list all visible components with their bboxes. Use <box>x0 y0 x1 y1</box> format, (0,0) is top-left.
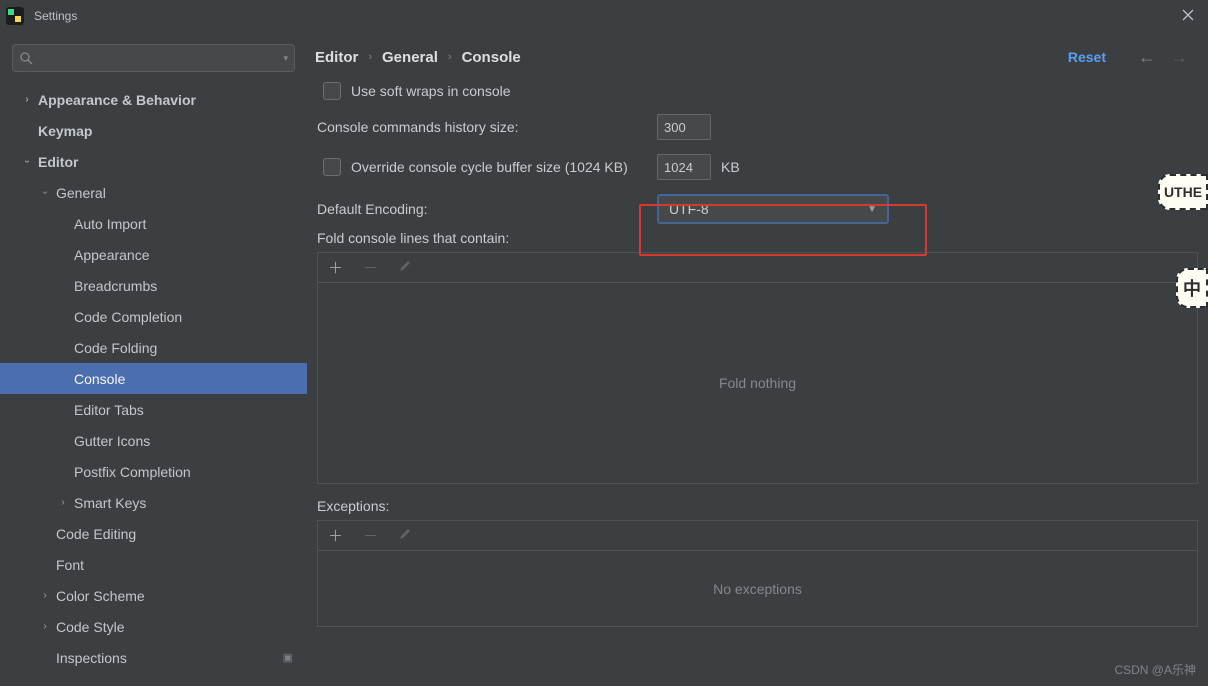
override-buffer-label: Override console cycle buffer size (1024… <box>351 159 628 175</box>
exceptions-list-empty: No exceptions <box>318 551 1197 626</box>
default-encoding-select[interactable]: UTF-8 ▼ <box>657 194 889 224</box>
tree-label: Code Completion <box>74 309 182 325</box>
tree-editor-tabs[interactable]: Editor Tabs <box>0 394 307 425</box>
reset-button[interactable]: Reset <box>1068 49 1106 65</box>
history-size-input[interactable] <box>657 114 711 140</box>
exceptions-list: ＋ － No exceptions <box>317 520 1198 627</box>
breadcrumb-editor[interactable]: Editor <box>315 49 358 66</box>
title-bar: Settings <box>0 0 1208 32</box>
tree-auto-import[interactable]: Auto Import <box>0 208 307 239</box>
soft-wraps-checkbox[interactable] <box>323 82 341 100</box>
add-button[interactable]: ＋ <box>328 525 343 546</box>
tree-label: Editor <box>38 154 78 170</box>
tree-code-style[interactable]: › Code Style <box>0 611 307 642</box>
soft-wraps-label: Use soft wraps in console <box>351 83 511 99</box>
chevron-right-icon: › <box>38 590 52 601</box>
chevron-right-icon: › <box>38 621 52 632</box>
tree-appearance[interactable]: Appearance <box>0 239 307 270</box>
tree-label: Keymap <box>38 123 92 139</box>
tree-color-scheme[interactable]: › Color Scheme <box>0 580 307 611</box>
history-size-label: Console commands history size: <box>317 119 519 135</box>
tree-code-completion[interactable]: Code Completion <box>0 301 307 332</box>
tree-gutter-icons[interactable]: Gutter Icons <box>0 425 307 456</box>
chevron-right-icon: › <box>448 51 452 63</box>
tree-console[interactable]: Console <box>0 363 307 394</box>
breadcrumb-general[interactable]: General <box>382 49 438 66</box>
tree-label: Editor Tabs <box>74 402 144 418</box>
tree-label: Code Folding <box>74 340 157 356</box>
tree-label: Console <box>74 371 125 387</box>
tree-keymap[interactable]: ›Keymap <box>0 115 307 146</box>
tree-code-editing[interactable]: Code Editing <box>0 518 307 549</box>
tree-label: Font <box>56 557 84 573</box>
override-buffer-unit: KB <box>721 159 740 175</box>
tree-label: Auto Import <box>74 216 146 232</box>
settings-sidebar: ▾ ›Appearance & Behavior ›Keymap ›Editor… <box>0 32 307 686</box>
watermark: CSDN @A乐神 <box>1114 661 1196 678</box>
tree-label: Code Editing <box>56 526 136 542</box>
search-dropdown-icon: ▾ <box>283 53 288 64</box>
chevron-down-icon: ▼ <box>867 204 877 215</box>
tree-general[interactable]: › General <box>0 177 307 208</box>
exceptions-list-toolbar: ＋ － <box>318 521 1197 551</box>
sticker-overlay: UTHE <box>1158 174 1208 210</box>
tree-label: Inspections <box>56 650 127 666</box>
add-button[interactable]: ＋ <box>328 257 343 278</box>
remove-button: － <box>363 525 378 546</box>
breadcrumb-row: Editor › General › Console Reset ← → <box>307 32 1208 82</box>
nav-forward-button: → <box>1170 47 1188 68</box>
tree-label: Appearance & Behavior <box>38 92 196 108</box>
search-icon <box>19 51 33 65</box>
settings-content: Editor › General › Console Reset ← → Use… <box>307 32 1208 686</box>
fold-lines-label: Fold console lines that contain: <box>317 230 1198 246</box>
edit-button <box>398 527 412 545</box>
nav-back-button[interactable]: ← <box>1138 47 1156 68</box>
tree-editor[interactable]: › Editor <box>0 146 307 177</box>
tree-label: Breadcrumbs <box>74 278 157 294</box>
tree-code-folding[interactable]: Code Folding <box>0 332 307 363</box>
close-button[interactable] <box>1174 9 1202 24</box>
exceptions-label: Exceptions: <box>317 498 1198 514</box>
tree-font[interactable]: Font <box>0 549 307 580</box>
tree-inspections[interactable]: Inspections ▣ <box>0 642 307 673</box>
pycharm-app-icon <box>6 7 24 25</box>
chevron-down-icon: › <box>40 186 51 200</box>
scope-icon: ▣ <box>283 651 293 664</box>
breadcrumb-console: Console <box>462 49 521 66</box>
fold-list-toolbar: ＋ － <box>318 253 1197 283</box>
remove-button: － <box>363 257 378 278</box>
chevron-down-icon: › <box>22 155 33 169</box>
chevron-right-icon: › <box>20 94 34 105</box>
tree-label: Code Style <box>56 619 124 635</box>
tree-label: General <box>56 185 106 201</box>
tree-smart-keys[interactable]: › Smart Keys <box>0 487 307 518</box>
settings-tree: ›Appearance & Behavior ›Keymap ›Editor ›… <box>0 84 307 686</box>
chevron-right-icon: › <box>368 51 372 63</box>
window-title: Settings <box>34 9 1174 23</box>
search-input[interactable]: ▾ <box>12 44 295 72</box>
tree-label: Color Scheme <box>56 588 145 604</box>
chevron-right-icon: › <box>56 497 70 508</box>
tree-label: Smart Keys <box>74 495 146 511</box>
tree-label: Gutter Icons <box>74 433 150 449</box>
fold-list: ＋ － Fold nothing <box>317 252 1198 484</box>
tree-label: Postfix Completion <box>74 464 191 480</box>
override-buffer-checkbox[interactable] <box>323 158 341 176</box>
override-buffer-input[interactable] <box>657 154 711 180</box>
encoding-value: UTF-8 <box>669 201 709 217</box>
fold-list-empty: Fold nothing <box>318 283 1197 483</box>
tree-breadcrumbs[interactable]: Breadcrumbs <box>0 270 307 301</box>
tree-label: Appearance <box>74 247 150 263</box>
sticker-overlay: 中 <box>1176 268 1208 308</box>
tree-appearance-behavior[interactable]: › Appearance & Behavior <box>0 84 307 115</box>
pencil-icon <box>398 259 412 273</box>
edit-button <box>398 259 412 277</box>
default-encoding-label: Default Encoding: <box>317 201 428 217</box>
tree-postfix-completion[interactable]: Postfix Completion <box>0 456 307 487</box>
pencil-icon <box>398 527 412 541</box>
